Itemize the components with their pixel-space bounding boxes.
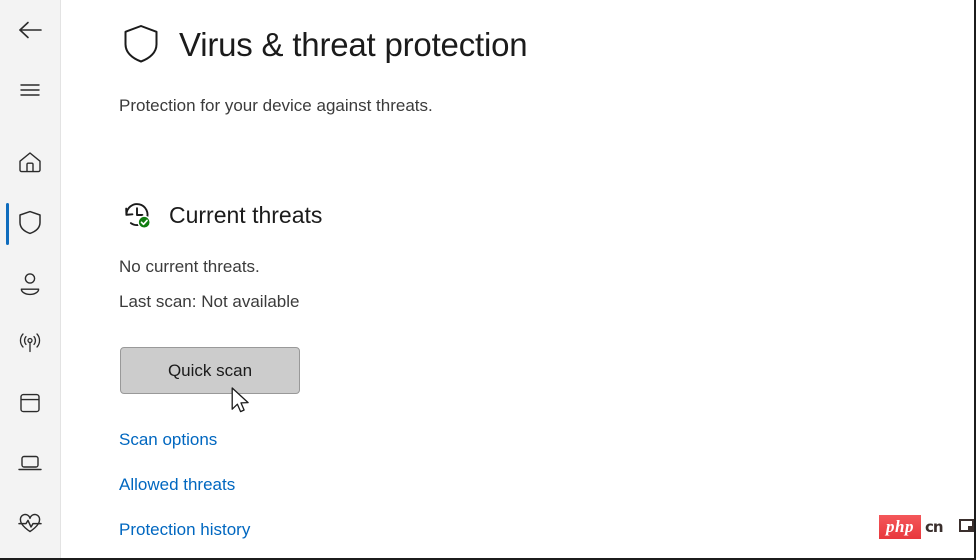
- sidebar-item-virus-threat[interactable]: [0, 200, 60, 244]
- home-icon: [16, 148, 44, 176]
- back-arrow-icon: [15, 15, 45, 45]
- wifi-signal-icon: [15, 328, 45, 358]
- allowed-threats-link[interactable]: Allowed threats: [119, 475, 235, 495]
- shield-icon: [119, 22, 163, 66]
- current-threats-status: No current threats.: [119, 257, 260, 276]
- laptop-icon: [15, 448, 45, 478]
- current-threats-title: Current threats: [169, 201, 323, 228]
- sidebar-item-home[interactable]: [0, 140, 60, 184]
- sidebar-item-device-security[interactable]: [0, 441, 60, 485]
- hamburger-icon: [17, 77, 43, 103]
- page-subtitle: Protection for your device against threa…: [119, 96, 433, 115]
- last-scan-status: Last scan: Not available: [119, 292, 300, 311]
- sidebar-item-app-browser-control[interactable]: [0, 381, 60, 425]
- history-clock-check-icon: [119, 197, 155, 233]
- page-title: Virus & threat protection: [179, 25, 528, 63]
- main-content: Virus & threat protection Protection for…: [61, 0, 974, 558]
- php-watermark: php cn: [879, 515, 974, 539]
- current-threats-header: Current threats: [119, 197, 322, 233]
- app-window-icon: [16, 389, 44, 417]
- heart-pulse-icon: [15, 508, 45, 538]
- navigation-menu-button[interactable]: [0, 68, 60, 112]
- shield-icon: [16, 208, 44, 236]
- protection-history-link[interactable]: Protection history: [119, 520, 250, 540]
- person-icon: [16, 269, 44, 297]
- sidebar-item-device-performance[interactable]: [0, 501, 60, 545]
- scan-options-link[interactable]: Scan options: [119, 430, 217, 450]
- page-header: Virus & threat protection: [119, 22, 528, 66]
- php-badge-text: php: [879, 515, 921, 539]
- php-tail-text: cn: [924, 518, 944, 536]
- php-tail-box-icon: [958, 519, 974, 532]
- sidebar-item-account-protection[interactable]: [0, 261, 60, 305]
- sidebar-icon-rail: [0, 0, 61, 558]
- sidebar-item-firewall-network[interactable]: [0, 321, 60, 365]
- php-watermark-tail: cn: [920, 515, 974, 539]
- quick-scan-button[interactable]: Quick scan: [120, 347, 300, 394]
- windows-security-window: Virus & threat protection Protection for…: [0, 0, 976, 560]
- back-button[interactable]: [0, 8, 60, 52]
